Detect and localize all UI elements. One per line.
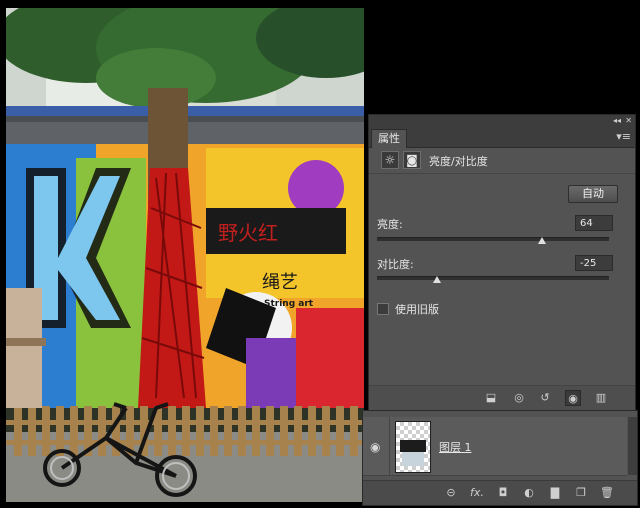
contrast-label: 对比度:: [377, 258, 414, 271]
brightness-slider-thumb[interactable]: [537, 237, 546, 244]
adjustment-header: ☼ ◙: [369, 147, 635, 174]
fx-icon[interactable]: fx.: [469, 485, 485, 501]
sign-chinese-text: 野火红: [218, 221, 278, 245]
mask-icon[interactable]: ◘: [495, 485, 511, 501]
layer-row-divider: [389, 417, 390, 475]
reset-icon[interactable]: ↺: [537, 390, 553, 406]
layers-scrollbar[interactable]: [628, 417, 637, 475]
properties-panel: ◂◂ ✕ 属性 ▾≡ ☼ ◙ 亮度/对比度 自动 亮度: 64 对比度: -25…: [368, 114, 636, 412]
view-previous-icon[interactable]: ◎: [511, 390, 527, 406]
clip-to-layer-icon[interactable]: ⬓: [483, 390, 499, 406]
brightness-label: 亮度:: [377, 218, 403, 231]
layer-name[interactable]: 图层 1: [439, 439, 472, 455]
auto-button[interactable]: 自动: [568, 185, 618, 203]
mask-icon[interactable]: ◙: [403, 151, 421, 169]
contrast-input[interactable]: -25: [575, 255, 613, 271]
canvas-image[interactable]: 野火红 绳艺 String art: [6, 8, 364, 502]
legacy-checkbox-label: 使用旧版: [395, 303, 439, 316]
layers-footer: ⊝ fx. ◘ ◐ ▇ ❐ 🗑: [363, 480, 637, 505]
properties-footer: ⬓ ◎ ↺ ◉ ▥: [369, 385, 635, 410]
layers-panel: ◉ 图层 1 ⊝ fx. ◘ ◐ ▇ ❐ 🗑: [362, 410, 638, 506]
layer-thumbnail-fill: [402, 452, 424, 466]
tab-properties[interactable]: 属性: [371, 129, 407, 148]
legacy-checkbox[interactable]: [377, 303, 389, 315]
collapse-panels-icon[interactable]: ◂◂: [613, 115, 621, 127]
new-layer-icon[interactable]: ❐: [573, 485, 589, 501]
visibility-icon[interactable]: ◉: [565, 390, 581, 406]
brightness-slider-track[interactable]: [377, 237, 609, 241]
layer-row[interactable]: ◉ 图层 1: [363, 417, 627, 476]
panel-top-strip: ◂◂ ✕: [369, 115, 635, 127]
trash-icon[interactable]: 🗑: [599, 485, 615, 501]
panel-menu-icon[interactable]: ▾≡: [616, 129, 631, 145]
contrast-slider-thumb[interactable]: [433, 276, 442, 283]
folder-icon[interactable]: ▇: [547, 485, 563, 501]
adjustment-icon[interactable]: ◐: [521, 485, 537, 501]
trash-icon[interactable]: ▥: [593, 390, 609, 406]
sign-craft-text: 绳艺: [262, 272, 298, 293]
close-panel-icon[interactable]: ✕: [625, 115, 632, 127]
eye-icon[interactable]: ◉: [370, 440, 380, 454]
layer-thumbnail-content: [400, 440, 426, 452]
brightness-input[interactable]: 64: [575, 215, 613, 231]
panel-tab-row: 属性 ▾≡: [369, 127, 635, 148]
contrast-slider-track[interactable]: [377, 276, 609, 280]
adjustment-title: 亮度/对比度: [429, 155, 488, 168]
layer-thumbnail[interactable]: [395, 421, 431, 473]
sun-icon[interactable]: ☼: [381, 151, 399, 169]
link-icon[interactable]: ⊝: [443, 485, 459, 501]
